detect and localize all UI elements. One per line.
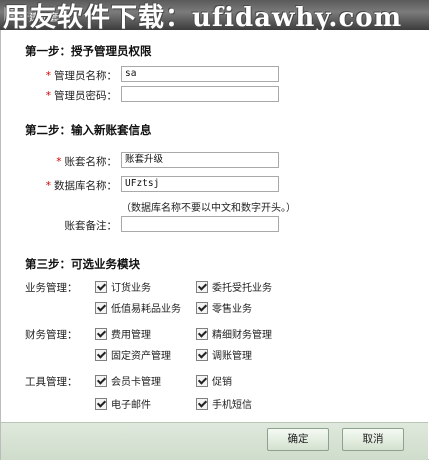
checkbox-box[interactable] <box>196 348 208 361</box>
account-name-label: * 账套名称： <box>56 156 117 168</box>
account-remark-label: 账套备注： <box>64 220 118 232</box>
checkbox-box[interactable] <box>196 397 208 410</box>
tools-group-label: 工具管理： <box>25 376 78 388</box>
new-account-dialog: 第一步：授予管理员权限 * 管理员名称： sa * 管理员密码： 第二步：输入新账套… <box>0 30 429 460</box>
checkbox-box[interactable] <box>95 397 107 410</box>
admin-name-input[interactable]: sa <box>121 66 279 82</box>
checkbox-order-business[interactable]: 订货业务 <box>95 279 151 294</box>
cancel-button[interactable]: 取消 <box>342 428 404 451</box>
step3-heading: 第三步：可选业务模块 <box>25 257 140 271</box>
ok-button[interactable]: 确定 <box>267 428 329 451</box>
database-name-label: * 数据库名称： <box>45 180 117 192</box>
checkbox-fixed-asset-management[interactable]: 固定资产管理 <box>95 347 171 362</box>
checkbox-email[interactable]: 电子邮件 <box>95 396 151 411</box>
title-bar: 新建账套 用友软件下载：ufidawhy.com <box>0 0 429 33</box>
required-star: * <box>56 156 62 168</box>
checkbox-box[interactable] <box>196 374 208 387</box>
admin-password-label: * 管理员密码： <box>45 90 117 102</box>
database-name-hint: （数据库名称不要以中文和数字开头。） <box>121 203 296 214</box>
checkbox-box[interactable] <box>95 327 107 340</box>
checkbox-box[interactable] <box>196 301 208 314</box>
checkbox-fine-finance-management[interactable]: 精细财务管理 <box>196 326 272 341</box>
checkbox-member-card-management[interactable]: 会员卡管理 <box>95 373 161 388</box>
finance-group-label: 财务管理： <box>25 329 78 341</box>
step1-heading: 第一步：授予管理员权限 <box>25 44 152 58</box>
watermark-text: 用友软件下载：ufidawhy.com <box>3 3 403 33</box>
account-name-input[interactable]: 账套升级 <box>121 152 279 168</box>
checkbox-low-value-business[interactable]: 低值易耗品业务 <box>95 300 181 315</box>
admin-password-input[interactable] <box>121 86 279 102</box>
checkbox-retail-business[interactable]: 零售业务 <box>196 300 252 315</box>
required-star: * <box>45 180 51 192</box>
business-group-label: 业务管理： <box>25 282 78 294</box>
checkbox-promotion[interactable]: 促销 <box>196 373 232 388</box>
account-remark-input[interactable] <box>121 216 279 232</box>
checkbox-box[interactable] <box>95 301 107 314</box>
checkbox-box[interactable] <box>196 327 208 340</box>
step2-heading: 第二步：输入新账套信息 <box>25 123 152 137</box>
checkbox-box[interactable] <box>95 374 107 387</box>
checkbox-consignment-business[interactable]: 委托受托业务 <box>196 279 272 294</box>
checkbox-box[interactable] <box>95 280 107 293</box>
checkbox-box[interactable] <box>95 348 107 361</box>
admin-name-label: * 管理员名称： <box>45 70 117 82</box>
database-name-input[interactable]: UFztsj <box>121 176 279 192</box>
checkbox-sms[interactable]: 手机短信 <box>196 396 252 411</box>
required-star: * <box>45 90 51 102</box>
checkbox-expense-management[interactable]: 费用管理 <box>95 326 151 341</box>
required-star: * <box>45 70 51 82</box>
checkbox-box[interactable] <box>196 280 208 293</box>
checkbox-adjustment-management[interactable]: 调账管理 <box>196 347 252 362</box>
